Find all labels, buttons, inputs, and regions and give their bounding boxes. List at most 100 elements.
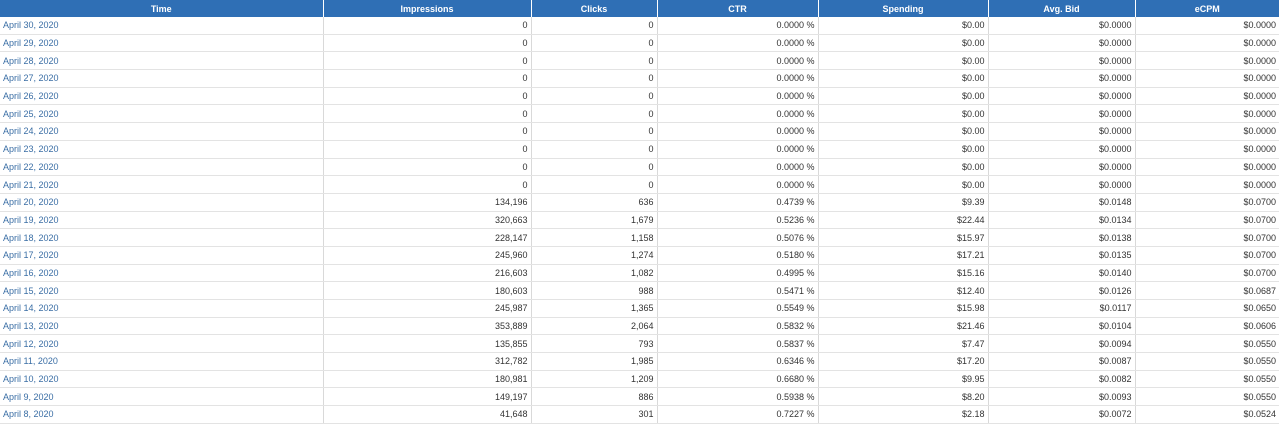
ctr-cell: 0.5832 % — [657, 317, 819, 336]
column-header-ctr[interactable]: CTR — [657, 0, 819, 17]
time-cell[interactable]: April 30, 2020 — [0, 17, 324, 35]
ecpm-cell: $0.0000 — [1135, 87, 1279, 106]
ctr-cell: 0.5549 % — [657, 299, 819, 318]
clicks-cell: 1,985 — [531, 352, 658, 371]
time-cell[interactable]: April 28, 2020 — [0, 51, 324, 71]
time-cell[interactable]: April 11, 2020 — [0, 352, 324, 371]
impressions-cell: 0 — [323, 17, 532, 35]
clicks-cell: 636 — [531, 193, 658, 212]
column-header-impressions[interactable]: Impressions — [323, 0, 532, 17]
time-cell[interactable]: April 9, 2020 — [0, 387, 324, 407]
ctr-cell: 0.5471 % — [657, 281, 819, 300]
time-cell[interactable]: April 25, 2020 — [0, 104, 324, 124]
time-cell[interactable]: April 22, 2020 — [0, 158, 324, 177]
spending-cell: $8.20 — [818, 387, 989, 407]
ecpm-cell: $0.0000 — [1135, 122, 1279, 141]
impressions-cell: 228,147 — [323, 228, 532, 247]
column-header-ecpm[interactable]: eCPM — [1135, 0, 1279, 17]
table-row: April 18, 2020 228,147 1,158 0.5076 % $15.97… — [0, 228, 1279, 247]
ecpm-cell: $0.0000 — [1135, 158, 1279, 177]
avg-bid-cell: $0.0072 — [988, 405, 1136, 424]
avg-bid-cell: $0.0104 — [988, 317, 1136, 336]
ecpm-cell: $0.0700 — [1135, 228, 1279, 247]
spending-cell: $0.00 — [818, 140, 989, 159]
time-cell[interactable]: April 19, 2020 — [0, 211, 324, 230]
avg-bid-cell: $0.0082 — [988, 370, 1136, 389]
impressions-cell: 245,987 — [323, 299, 532, 318]
avg-bid-cell: $0.0126 — [988, 281, 1136, 300]
spending-cell: $0.00 — [818, 158, 989, 177]
clicks-cell: 301 — [531, 405, 658, 424]
column-header-time[interactable]: Time — [0, 0, 324, 17]
ctr-cell: 0.0000 % — [657, 175, 819, 194]
impressions-cell: 180,981 — [323, 370, 532, 389]
time-cell[interactable]: April 23, 2020 — [0, 140, 324, 159]
ecpm-cell: $0.0606 — [1135, 317, 1279, 336]
table-row: April 16, 2020 216,603 1,082 0.4995 % $15.16… — [0, 264, 1279, 283]
time-cell[interactable]: April 13, 2020 — [0, 317, 324, 336]
time-cell[interactable]: April 12, 2020 — [0, 334, 324, 354]
time-cell[interactable]: April 29, 2020 — [0, 34, 324, 53]
table-row: April 28, 2020 0 0 0.0000 % $0.00 $0.0000 $0.0… — [0, 51, 1279, 71]
column-header-avg-bid[interactable]: Avg. Bid — [988, 0, 1136, 17]
time-cell[interactable]: April 27, 2020 — [0, 69, 324, 88]
table-row: April 9, 2020 149,197 886 0.5938 % $8.20 $0.0… — [0, 387, 1279, 407]
avg-bid-cell: $0.0000 — [988, 104, 1136, 124]
clicks-cell: 1,209 — [531, 370, 658, 389]
impressions-cell: 135,855 — [323, 334, 532, 354]
ctr-cell: 0.5076 % — [657, 228, 819, 247]
ctr-cell: 0.0000 % — [657, 158, 819, 177]
avg-bid-cell: $0.0000 — [988, 34, 1136, 53]
spending-cell: $15.16 — [818, 264, 989, 283]
impressions-cell: 0 — [323, 140, 532, 159]
ctr-cell: 0.0000 % — [657, 104, 819, 124]
spending-cell: $17.21 — [818, 246, 989, 265]
clicks-cell: 1,082 — [531, 264, 658, 283]
ctr-cell: 0.6680 % — [657, 370, 819, 389]
ctr-cell: 0.0000 % — [657, 34, 819, 53]
time-cell[interactable]: April 20, 2020 — [0, 193, 324, 212]
table-row: April 29, 2020 0 0 0.0000 % $0.00 $0.0000 $0.0… — [0, 34, 1279, 53]
time-cell[interactable]: April 16, 2020 — [0, 264, 324, 283]
time-cell[interactable]: April 10, 2020 — [0, 370, 324, 389]
avg-bid-cell: $0.0000 — [988, 175, 1136, 194]
ctr-cell: 0.0000 % — [657, 69, 819, 88]
table-row: April 21, 2020 0 0 0.0000 % $0.00 $0.0000 $0.0… — [0, 175, 1279, 194]
time-cell[interactable]: April 17, 2020 — [0, 246, 324, 265]
avg-bid-cell: $0.0138 — [988, 228, 1136, 247]
time-cell[interactable]: April 18, 2020 — [0, 228, 324, 247]
spending-cell: $0.00 — [818, 104, 989, 124]
ctr-cell: 0.0000 % — [657, 140, 819, 159]
clicks-cell: 886 — [531, 387, 658, 407]
table-header: Time Impressions Clicks CTR Spending Avg… — [0, 0, 1279, 17]
time-cell[interactable]: April 24, 2020 — [0, 122, 324, 141]
time-cell[interactable]: April 14, 2020 — [0, 299, 324, 318]
time-cell[interactable]: April 8, 2020 — [0, 405, 324, 424]
ecpm-cell: $0.0000 — [1135, 69, 1279, 88]
time-cell[interactable]: April 26, 2020 — [0, 87, 324, 106]
impressions-cell: 0 — [323, 34, 532, 53]
time-cell[interactable]: April 21, 2020 — [0, 175, 324, 194]
avg-bid-cell: $0.0000 — [988, 51, 1136, 71]
ctr-cell: 0.0000 % — [657, 51, 819, 71]
table-row: April 15, 2020 180,603 988 0.5471 % $12.40 $0… — [0, 281, 1279, 300]
spending-cell: $9.39 — [818, 193, 989, 212]
ctr-cell: 0.0000 % — [657, 87, 819, 106]
ecpm-cell: $0.0700 — [1135, 193, 1279, 212]
impressions-cell: 320,663 — [323, 211, 532, 230]
column-header-clicks[interactable]: Clicks — [531, 0, 658, 17]
impressions-cell: 0 — [323, 104, 532, 124]
ecpm-cell: $0.0524 — [1135, 405, 1279, 424]
clicks-cell: 0 — [531, 69, 658, 88]
table-row: April 22, 2020 0 0 0.0000 % $0.00 $0.0000 $0.0… — [0, 158, 1279, 177]
time-cell[interactable]: April 15, 2020 — [0, 281, 324, 300]
column-header-spending[interactable]: Spending — [818, 0, 989, 17]
impressions-cell: 180,603 — [323, 281, 532, 300]
spending-cell: $0.00 — [818, 51, 989, 71]
table-row: April 30, 2020 0 0 0.0000 % $0.00 $0.0000 $0.0… — [0, 17, 1279, 35]
spending-cell: $21.46 — [818, 317, 989, 336]
spending-cell: $12.40 — [818, 281, 989, 300]
clicks-cell: 988 — [531, 281, 658, 300]
ctr-cell: 0.4995 % — [657, 264, 819, 283]
ctr-cell: 0.0000 % — [657, 122, 819, 141]
